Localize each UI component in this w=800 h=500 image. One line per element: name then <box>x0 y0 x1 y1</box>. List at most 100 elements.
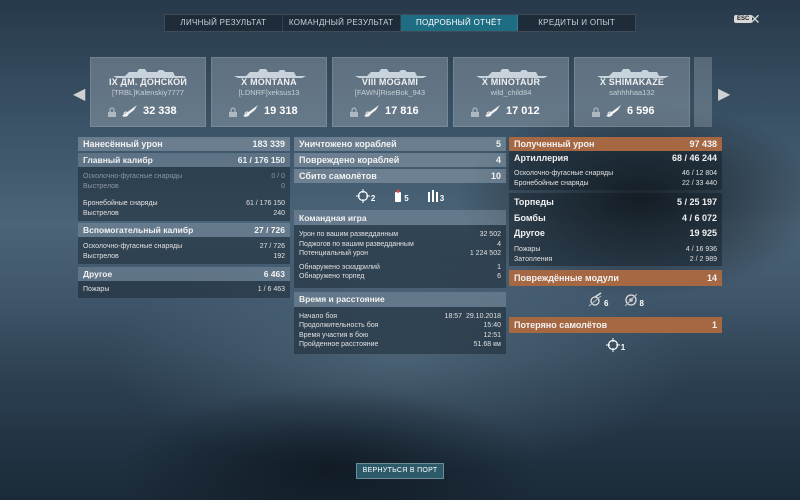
artillery-row: Артиллерия 68 / 46 244 <box>509 152 722 165</box>
player-name: [FAWN]RiseBok_943 <box>354 88 426 97</box>
tab-detailed-report[interactable]: ПОДРОБНЫЙ ОТЧЁТ <box>400 15 519 31</box>
fire-icon <box>395 189 402 202</box>
received-he-label: Осколочно-фугасные снаряды <box>514 170 614 177</box>
secondary-he-value: 27 / 726 <box>259 243 285 250</box>
secondary-he-row: Осколочно-фугасные снаряды 27 / 726 <box>78 242 290 252</box>
main-battery-label: Главный калибр <box>83 155 153 165</box>
main-he-shots-row: Выстрелов 0 <box>78 182 290 192</box>
module-gun-count: 6 <box>604 299 609 308</box>
ribbons-row: 2 5 3 <box>294 185 506 207</box>
dealt-other-label: Другое <box>83 269 113 279</box>
distance-label: Пройденное расстояние <box>299 341 379 348</box>
ship-card[interactable]: VIII MOGAMI [FAWN]RiseBok_943 17 816 <box>332 57 448 127</box>
module-engine-count: 8 <box>639 299 644 308</box>
damage-hit-icon <box>364 105 379 117</box>
player-name: sahhhhaa132 <box>609 88 655 97</box>
torpedoes-bombs-body: Торпеды 5 / 25 197 Бомбы 4 / 6 072 Другое 1… <box>509 193 722 266</box>
received-ap-label: Бронебойные снаряды <box>514 179 589 187</box>
dealt-other-body: Пожары 1 / 6 463 <box>78 281 290 298</box>
spotting-damage-value: 32 502 <box>479 231 501 238</box>
ship-card[interactable]: X SHIMAKAZE sahhhhaa132 6 596 <box>574 57 690 127</box>
damage-hit-icon <box>243 105 258 117</box>
received-he-value: 46 / 12 804 <box>681 170 717 177</box>
spotting-damage-row: Урон по вашим разведданным 32 502 <box>294 230 506 240</box>
planes-lost-item: 1 <box>605 338 626 352</box>
return-to-port-button[interactable]: ВЕРНУТЬСЯ В ПОРТ <box>356 463 444 479</box>
main-he-value: 0 / 0 <box>271 173 285 180</box>
time-in-battle-value: 12:51 <box>483 331 501 339</box>
team-play-label: Командная игра <box>299 212 367 223</box>
lock-icon <box>229 107 237 117</box>
crosshair-icon <box>355 189 370 203</box>
damaged-ships-label: Повреждено кораблей <box>299 155 400 165</box>
damage-hit-icon <box>606 105 621 117</box>
planes-shot-header: Сбито самолётов 10 <box>294 169 506 183</box>
ship-name: X MINOTAUR <box>481 77 541 87</box>
received-floods-value: 2 / 2 989 <box>689 255 717 263</box>
tab-team-result[interactable]: КОМАНДНЫЙ РЕЗУЛЬТАТ <box>283 15 401 31</box>
ship-card[interactable]: X MONTANA [LDNRF]xeksus13 19 318 <box>211 57 327 127</box>
dealt-fires-value: 1 / 6 463 <box>257 286 285 293</box>
damaged-modules-label: Повреждённые модули <box>514 273 619 283</box>
received-damage-header: Полученный урон 97 438 <box>509 137 722 151</box>
carousel-prev-arrow-icon[interactable]: ◀ <box>73 84 85 104</box>
main-ap-shots-row: Выстрелов 240 <box>78 209 290 219</box>
middle-panel: Уничтожено кораблей 5 Повреждено корабле… <box>294 137 506 354</box>
received-damage-label: Полученный урон <box>514 139 595 149</box>
squadrons-spotted-value: 1 <box>497 263 501 271</box>
battle-duration-value: 15:40 <box>483 322 501 329</box>
received-torpedoes-row: Торпеды 5 / 25 197 <box>509 194 722 210</box>
player-name: wild_child84 <box>490 88 532 97</box>
distance-row: Пройденное расстояние 51.68 км <box>294 340 506 350</box>
secondary-he-label: Осколочно-фугасные снаряды <box>83 243 183 250</box>
ship-card-partial[interactable] <box>694 57 712 127</box>
ribbon-fire: 5 <box>393 189 409 203</box>
secondary-shots-row: Выстрелов 192 <box>78 252 290 262</box>
tab-credits-xp[interactable]: КРЕДИТЫ И ОПЫТ <box>518 15 635 31</box>
damaged-ships-header: Повреждено кораблей 4 <box>294 153 506 167</box>
battle-start-value: 18:57 29.10.2018 <box>444 312 501 320</box>
carousel-next-arrow-icon[interactable]: ▶ <box>718 84 730 104</box>
planes-lost-header: Потеряно самолётов 1 <box>509 317 722 333</box>
player-name: [TRBL]Kalenskiy7777 <box>111 88 185 97</box>
main-ap-value: 61 / 176 150 <box>246 200 285 207</box>
received-bombs-value: 4 / 6 072 <box>681 213 717 223</box>
dealt-damage-panel: Нанесённый урон 183 339 Главный калибр 6… <box>78 137 290 298</box>
team-play-body: Урон по вашим разведданным 32 502 Поджого… <box>294 225 506 288</box>
ship-name: X MONTANA <box>241 77 297 87</box>
secondary-battery-header: Вспомогательный калибр 27 / 726 <box>78 223 290 237</box>
torpedoes-spotted-row: Обнаружено торпед 6 <box>294 272 506 282</box>
received-he-row: Осколочно-фугасные снаряды 46 / 12 804 <box>509 169 722 179</box>
damage-dealt-value: 6 596 <box>627 105 655 117</box>
received-other-label: Другое <box>514 228 545 238</box>
lock-icon <box>471 107 479 117</box>
tab-personal-result[interactable]: ЛИЧНЫЙ РЕЗУЛЬТАТ <box>165 15 283 31</box>
ribbon-shells: 3 <box>427 189 444 203</box>
main-ap-shots-value: 240 <box>273 209 285 217</box>
torpedoes-spotted-value: 6 <box>497 273 501 280</box>
ship-card[interactable]: IX ДМ. ДОНСКОЙ [TRBL]Kalenskiy7777 32 338 <box>90 57 206 127</box>
dealt-fires-label: Пожары <box>83 286 110 293</box>
lock-icon <box>592 107 600 117</box>
received-fires-row: Пожары 4 / 16 936 <box>509 245 722 255</box>
secondary-battery-value: 27 / 726 <box>254 225 285 235</box>
damage-dealt-value: 17 012 <box>506 105 540 117</box>
ship-card[interactable]: X MINOTAUR wild_child84 17 012 <box>453 57 569 127</box>
destroyed-ships-value: 5 <box>495 139 501 149</box>
planes-lost-value: 1 <box>711 320 717 330</box>
time-distance-label: Время и расстояние <box>299 294 385 304</box>
received-torpedoes-label: Торпеды <box>514 197 554 207</box>
main-ap-shots-label: Выстрелов <box>83 209 119 217</box>
planes-lost-count: 1 <box>620 343 626 352</box>
dealt-other-value: 6 463 <box>263 269 285 279</box>
player-name: [LDNRF]xeksus13 <box>238 88 300 97</box>
dealt-fires-row: Пожары 1 / 6 463 <box>78 285 290 295</box>
close-icon[interactable]: ✕ <box>749 11 761 28</box>
spotting-fires-label: Поджогов по вашим разведданным <box>299 240 414 248</box>
artillery-value: 68 / 46 244 <box>671 153 717 163</box>
received-floods-label: Затопления <box>514 255 553 263</box>
main-battery-header: Главный калибр 61 / 176 150 <box>78 153 290 167</box>
ribbon-crosshair-count: 2 <box>370 194 376 203</box>
damage-dealt-value: 32 338 <box>143 105 177 117</box>
result-tabs: ЛИЧНЫЙ РЕЗУЛЬТАТ КОМАНДНЫЙ РЕЗУЛЬТАТ ПОД… <box>164 14 636 32</box>
